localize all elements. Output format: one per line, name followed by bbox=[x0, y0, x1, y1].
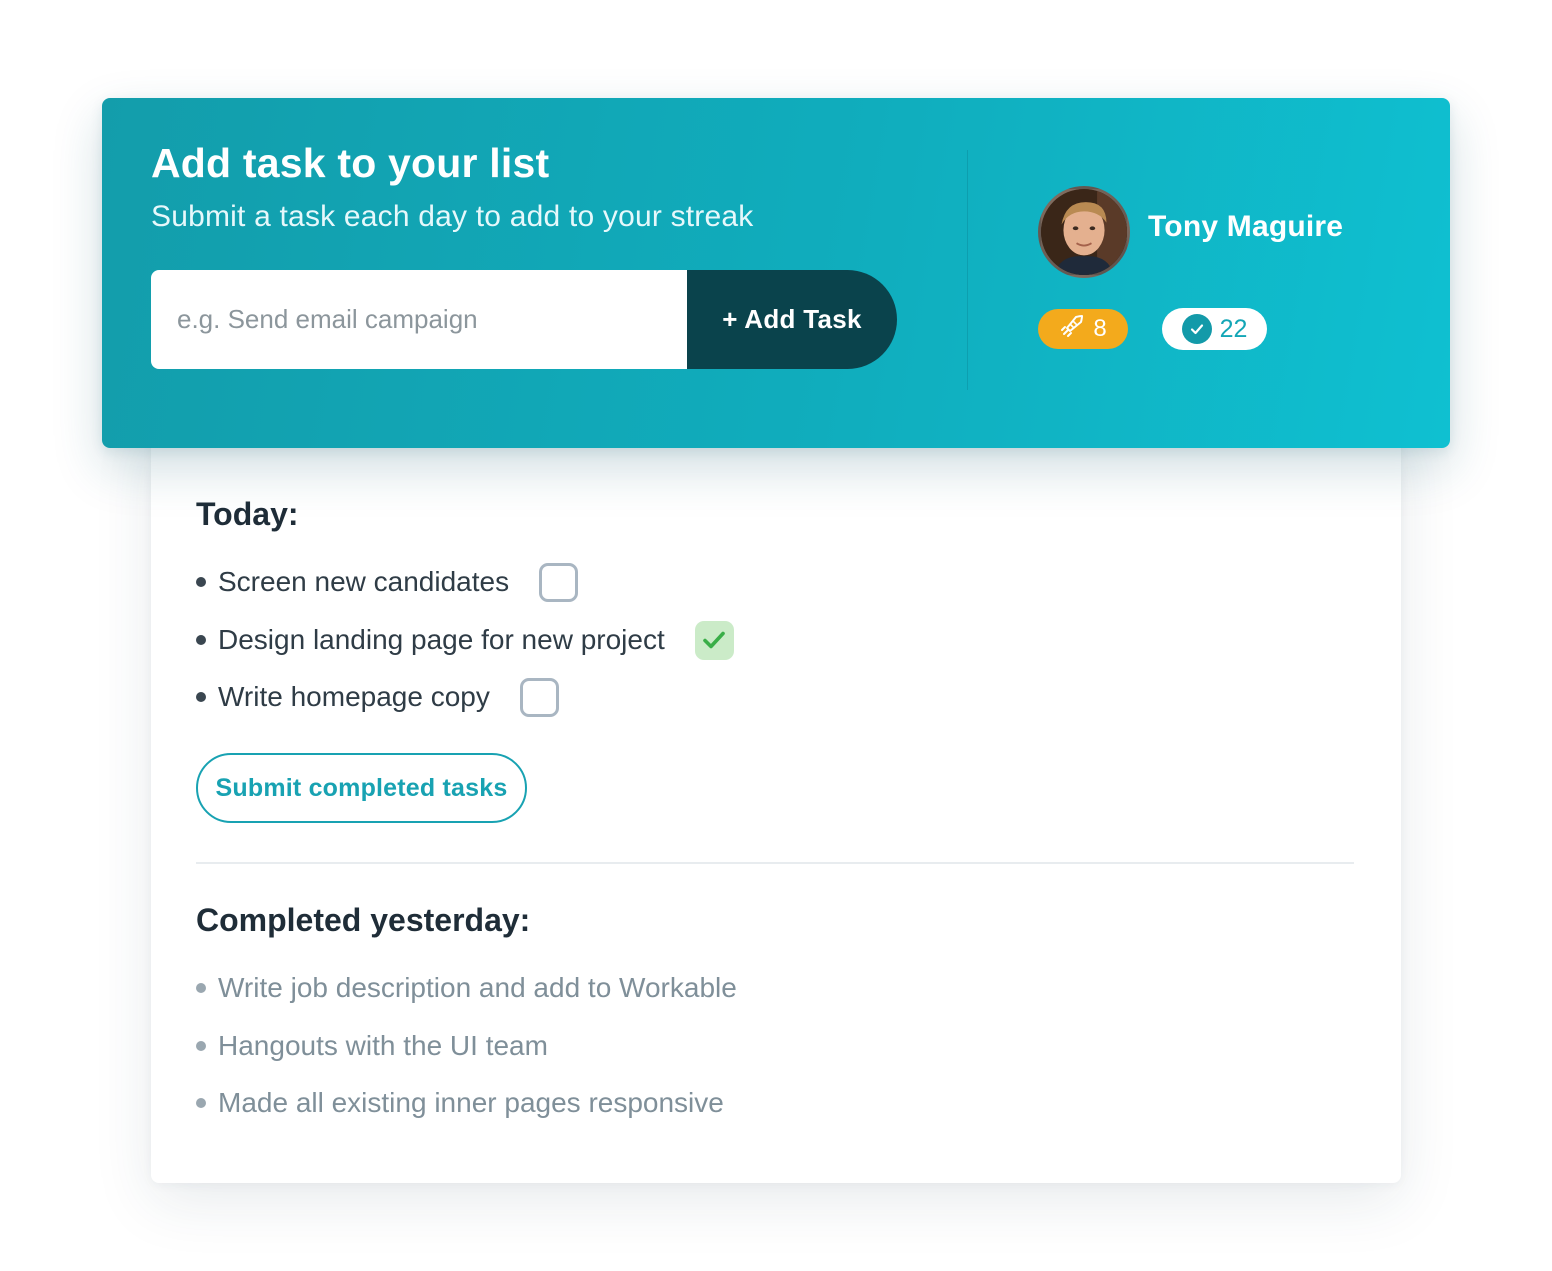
page-subtitle: Submit a task each day to add to your st… bbox=[151, 200, 754, 233]
page-title: Add task to your list bbox=[151, 140, 550, 186]
add-task-button[interactable]: + Add Task bbox=[687, 270, 897, 369]
bullet bbox=[196, 692, 206, 702]
submit-completed-button[interactable]: Submit completed tasks bbox=[196, 753, 527, 823]
completed-label: Hangouts with the UI team bbox=[218, 1030, 548, 1061]
today-heading: Today: bbox=[196, 496, 299, 532]
completed-count: 22 bbox=[1219, 314, 1248, 343]
completed-badge: 22 bbox=[1162, 308, 1267, 350]
avatar bbox=[1038, 186, 1130, 278]
task-item: Design landing page for new project bbox=[196, 618, 734, 662]
streak-count: 8 bbox=[1093, 315, 1107, 342]
bullet bbox=[196, 635, 206, 645]
list-item: Write job description and add to Workabl… bbox=[196, 966, 737, 1010]
completed-label: Made all existing inner pages responsive bbox=[218, 1087, 724, 1118]
bullet bbox=[196, 1098, 206, 1108]
task-label: Screen new candidates bbox=[218, 566, 510, 597]
bullet bbox=[196, 1041, 206, 1051]
avatar-portrait-icon bbox=[1041, 189, 1127, 275]
task-item: Screen new candidates bbox=[196, 560, 579, 604]
header-banner: Add task to your list Submit a task each… bbox=[102, 98, 1450, 448]
task-checkbox[interactable] bbox=[539, 562, 579, 602]
task-checkbox[interactable] bbox=[519, 677, 559, 717]
yesterday-heading: Completed yesterday: bbox=[196, 902, 531, 938]
checkmark-icon bbox=[703, 631, 726, 649]
completed-label: Write job description and add to Workabl… bbox=[218, 972, 737, 1003]
list-item: Hangouts with the UI team bbox=[196, 1024, 548, 1068]
check-circle-icon bbox=[1181, 314, 1212, 344]
task-label: Design landing page for new project bbox=[218, 624, 665, 655]
stage: Add task to your list Submit a task each… bbox=[0, 0, 1552, 1271]
user-name: Tony Maguire bbox=[1148, 210, 1344, 243]
rocket-icon bbox=[1059, 313, 1085, 346]
bullet bbox=[196, 577, 206, 587]
bullet bbox=[196, 983, 206, 993]
streak-badge: 8 bbox=[1038, 309, 1128, 349]
task-input[interactable] bbox=[151, 270, 711, 369]
section-divider bbox=[196, 862, 1354, 864]
header-divider bbox=[967, 150, 968, 390]
list-item: Made all existing inner pages responsive bbox=[196, 1081, 724, 1125]
task-checkbox-checked[interactable] bbox=[694, 620, 734, 660]
task-item: Write homepage copy bbox=[196, 675, 559, 719]
task-label: Write homepage copy bbox=[218, 681, 490, 712]
